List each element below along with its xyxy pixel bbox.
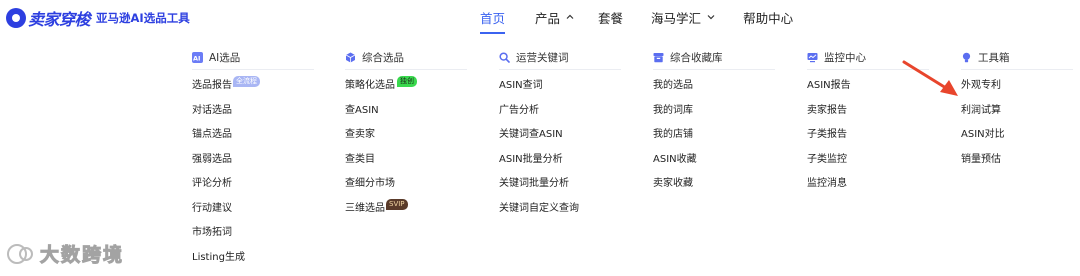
badge-svip: SVIP bbox=[386, 198, 408, 210]
menu-item-subcategory-report[interactable]: 子类报告 bbox=[807, 123, 937, 148]
menu-item-my-selections[interactable]: 我的选品 bbox=[653, 74, 783, 99]
menu-item-monitor-messages[interactable]: 监控消息 bbox=[807, 172, 937, 197]
menu-item-asin-lookup[interactable]: 查ASIN bbox=[345, 99, 475, 124]
menu-item-seller-lookup[interactable]: 查卖家 bbox=[345, 123, 475, 148]
page: 卖家穿梭 亚马逊AI选品工具 首页 产品 套餐 海马学汇 帮助中心 AI AI选… bbox=[0, 0, 1080, 276]
brand-name: 卖家穿梭 bbox=[28, 10, 91, 29]
menu-item-profit-calculator[interactable]: 利润试算 bbox=[961, 99, 1080, 124]
svg-text:AI: AI bbox=[193, 55, 200, 62]
nav-item-label: 首页 bbox=[480, 10, 506, 26]
watermark-text: 大数跨境 bbox=[39, 244, 125, 267]
menu-column-favorites: 综合收藏库 我的选品 我的词库 我的店铺 ASIN收藏 卖家收藏 bbox=[653, 52, 783, 197]
nav-item-home[interactable]: 首页 bbox=[480, 0, 506, 34]
nav-item-label: 帮助中心 bbox=[743, 10, 794, 26]
menu-item-seller-favorites[interactable]: 卖家收藏 bbox=[653, 172, 783, 197]
menu-item-strength-selection[interactable]: 强弱选品 bbox=[192, 148, 322, 173]
menu-item-keyword-batch-analysis[interactable]: 关键词批量分析 bbox=[499, 172, 629, 197]
menu-item-chat-selection[interactable]: 对话选品 bbox=[192, 99, 322, 124]
nav-item-label: 海马学汇 bbox=[651, 10, 702, 26]
chevron-down-icon bbox=[707, 13, 715, 21]
column-title: 运营关键词 bbox=[516, 52, 569, 64]
top-bar: 卖家穿梭 亚马逊AI选品工具 首页 产品 套餐 海马学汇 帮助中心 bbox=[0, 0, 1080, 34]
watermark: 大数跨境 bbox=[6, 240, 124, 267]
column-title: AI选品 bbox=[209, 52, 241, 64]
ai-icon: AI bbox=[192, 52, 203, 63]
brand-logo[interactable]: 卖家穿梭 亚马逊AI选品工具 bbox=[6, 6, 190, 30]
menu-item-label: 三维选品 bbox=[345, 202, 385, 214]
badge-full-process: 全流程 bbox=[233, 76, 260, 87]
column-header: AI AI选品 bbox=[192, 52, 314, 70]
menu-item-market-keywords[interactable]: 市场拓词 bbox=[192, 221, 322, 246]
column-header: 综合收藏库 bbox=[653, 52, 775, 70]
annotation-arrow-icon bbox=[902, 60, 958, 96]
column-title: 综合选品 bbox=[362, 52, 404, 64]
menu-item-selection-report[interactable]: 选品报告 全流程 bbox=[192, 74, 322, 99]
menu-item-niche-lookup[interactable]: 查细分市场 bbox=[345, 172, 475, 197]
menu-item-design-patent[interactable]: 外观专利 bbox=[961, 74, 1080, 99]
nav-item-plans[interactable]: 套餐 bbox=[598, 0, 623, 34]
menu-item-review-analysis[interactable]: 评论分析 bbox=[192, 172, 322, 197]
menu-item-keyword-to-asin[interactable]: 关键词查ASIN bbox=[499, 123, 629, 148]
menu-item-listing-generator[interactable]: Listing生成 bbox=[192, 246, 322, 271]
nav-item-products[interactable]: 产品 bbox=[535, 0, 574, 34]
menu-item-my-keyword-library[interactable]: 我的词库 bbox=[653, 99, 783, 124]
search-icon bbox=[499, 52, 510, 63]
column-title: 工具箱 bbox=[978, 52, 1010, 64]
menu-item-label: 选品报告 bbox=[192, 80, 232, 91]
brand-logo-icon bbox=[6, 8, 26, 28]
menu-column-toolbox: 工具箱 外观专利 利润试算 ASIN对比 销量预估 bbox=[961, 52, 1080, 172]
cube-icon bbox=[345, 52, 356, 63]
menu-item-asin-compare[interactable]: ASIN对比 bbox=[961, 123, 1080, 148]
menu-item-keyword-custom-query[interactable]: 关键词自定义查询 bbox=[499, 197, 629, 222]
nav-item-label: 产品 bbox=[535, 10, 561, 26]
menu-item-subcategory-monitor[interactable]: 子类监控 bbox=[807, 148, 937, 173]
menu-item-asin-batch-analysis[interactable]: ASIN批量分析 bbox=[499, 148, 629, 173]
column-header: 工具箱 bbox=[961, 52, 1073, 70]
menu-column-keywords: 运营关键词 ASIN查词 广告分析 关键词查ASIN ASIN批量分析 关键词批… bbox=[499, 52, 629, 221]
watermark-logo-icon bbox=[7, 243, 33, 264]
menu-item-my-stores[interactable]: 我的店铺 bbox=[653, 123, 783, 148]
column-title: 监控中心 bbox=[824, 52, 866, 64]
menu-item-asin-favorites[interactable]: ASIN收藏 bbox=[653, 148, 783, 173]
menu-item-category-lookup[interactable]: 查类目 bbox=[345, 148, 475, 173]
menu-column-general: 综合选品 策略化选品 独创 查ASIN 查卖家 查类目 查细分市场 三维选品 S… bbox=[345, 52, 475, 221]
column-title: 综合收藏库 bbox=[670, 52, 723, 64]
monitor-icon bbox=[807, 52, 818, 63]
menu-item-label: 策略化选品 bbox=[345, 80, 395, 91]
nav-item-academy[interactable]: 海马学汇 bbox=[651, 0, 715, 34]
nav-item-help[interactable]: 帮助中心 bbox=[743, 0, 793, 34]
badge-original: 独创 bbox=[397, 76, 417, 87]
menu-item-3d-selection[interactable]: 三维选品 SVIP bbox=[345, 197, 475, 222]
menu-column-ai: AI AI选品 选品报告 全流程 对话选品 锚点选品 强弱选品 评论分析 行动建… bbox=[192, 52, 322, 270]
menu-item-anchor-selection[interactable]: 锚点选品 bbox=[192, 123, 322, 148]
nav-item-label: 套餐 bbox=[598, 10, 624, 26]
column-header: 运营关键词 bbox=[499, 52, 621, 70]
menu-item-seller-report[interactable]: 卖家报告 bbox=[807, 99, 937, 124]
menu-item-strategy-selection[interactable]: 策略化选品 独创 bbox=[345, 74, 475, 99]
menu-item-asin-keywords[interactable]: ASIN查词 bbox=[499, 74, 629, 99]
brand-tagline: 亚马逊AI选品工具 bbox=[96, 11, 190, 25]
menu-item-sales-estimate[interactable]: 销量预估 bbox=[961, 148, 1080, 173]
menu-item-action-advice[interactable]: 行动建议 bbox=[192, 197, 322, 222]
menu-item-ad-analysis[interactable]: 广告分析 bbox=[499, 99, 629, 124]
archive-icon bbox=[653, 52, 664, 63]
chevron-up-icon bbox=[566, 13, 574, 21]
main-nav: 首页 产品 套餐 海马学汇 帮助中心 bbox=[480, 0, 793, 34]
column-header: 综合选品 bbox=[345, 52, 467, 70]
